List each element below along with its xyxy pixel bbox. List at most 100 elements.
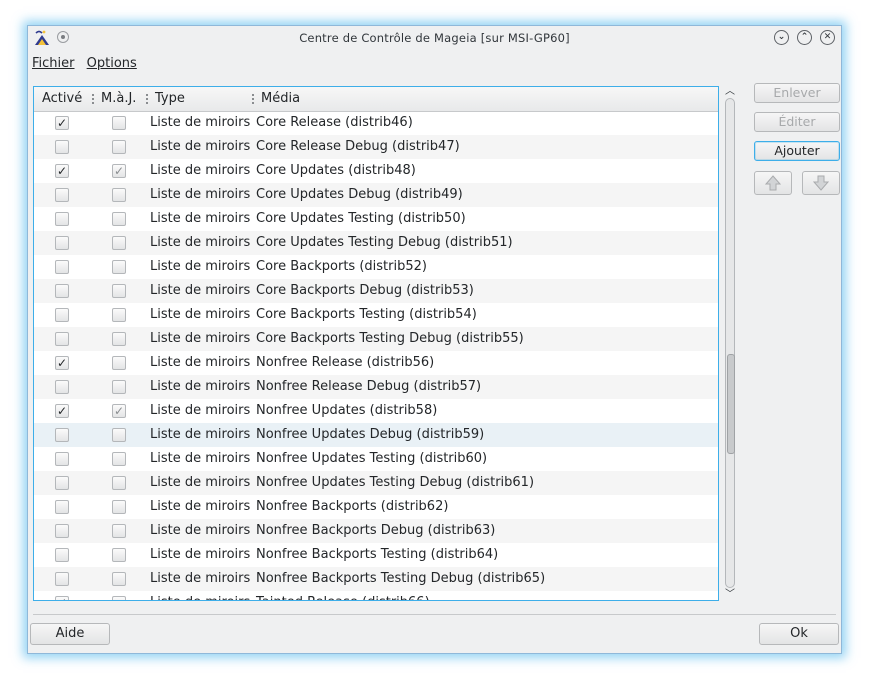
- update-checkbox[interactable]: [112, 476, 126, 490]
- remove-button[interactable]: Enlever: [754, 83, 840, 103]
- table-row[interactable]: Liste de miroirs Core Updates Testing (di…: [34, 207, 718, 231]
- add-button[interactable]: Ajouter: [754, 141, 840, 161]
- update-checkbox[interactable]: [112, 428, 126, 442]
- column-separator[interactable]: [146, 94, 148, 104]
- table-row[interactable]: Liste de miroirs Nonfree Backports Testin…: [34, 567, 718, 591]
- edit-button[interactable]: Éditer: [754, 112, 840, 132]
- ok-button[interactable]: Ok: [759, 623, 839, 645]
- scroll-track[interactable]: [725, 98, 735, 588]
- update-checkbox[interactable]: [112, 596, 126, 600]
- media-cell: Nonfree Updates Debug (distrib59): [256, 427, 485, 442]
- active-checkbox[interactable]: ✓: [55, 356, 69, 370]
- window-title: Centre de Contrôle de Mageia [sur MSI-GP…: [299, 31, 570, 45]
- title-bar[interactable]: Centre de Contrôle de Mageia [sur MSI-GP…: [28, 26, 841, 51]
- update-checkbox[interactable]: [112, 332, 126, 346]
- update-checkbox[interactable]: [112, 236, 126, 250]
- active-checkbox[interactable]: [55, 236, 69, 250]
- table-row[interactable]: Liste de miroirs Nonfree Backports Debug …: [34, 519, 718, 543]
- update-checkbox[interactable]: [112, 500, 126, 514]
- minimize-button[interactable]: ⌄: [774, 30, 789, 45]
- update-checkbox[interactable]: [112, 308, 126, 322]
- scroll-up-icon[interactable]: ︿: [723, 86, 737, 98]
- active-checkbox[interactable]: [55, 476, 69, 490]
- move-down-button[interactable]: [802, 171, 840, 195]
- active-checkbox[interactable]: [55, 332, 69, 346]
- update-checkbox[interactable]: [112, 572, 126, 586]
- table-row[interactable]: ✓ Liste de miroirs Nonfree Release (distri…: [34, 351, 718, 375]
- type-cell: Liste de miroirs: [150, 283, 251, 298]
- table-row[interactable]: Liste de miroirs Core Backports Testing (…: [34, 303, 718, 327]
- update-checkbox[interactable]: ✓: [112, 164, 126, 178]
- table-row[interactable]: Liste de miroirs Core Updates Debug (dist…: [34, 183, 718, 207]
- update-checkbox[interactable]: [112, 524, 126, 538]
- update-checkbox[interactable]: [112, 548, 126, 562]
- update-checkbox[interactable]: [112, 284, 126, 298]
- active-checkbox[interactable]: [55, 284, 69, 298]
- active-checkbox[interactable]: [55, 140, 69, 154]
- table-body: ✓ Liste de miroirs Core Release (distrib46…: [34, 111, 718, 600]
- active-checkbox[interactable]: ✓: [55, 164, 69, 178]
- active-checkbox[interactable]: [55, 548, 69, 562]
- table-row[interactable]: Liste de miroirs Nonfree Release Debug (d…: [34, 375, 718, 399]
- active-checkbox[interactable]: [55, 500, 69, 514]
- update-checkbox[interactable]: [112, 116, 126, 130]
- type-cell: Liste de miroirs: [150, 451, 251, 466]
- table-row[interactable]: Liste de miroirs Nonfree Backports Testin…: [34, 543, 718, 567]
- header-update[interactable]: M.à.J.: [101, 91, 136, 106]
- menu-bar: Fichier Options: [32, 56, 145, 76]
- table-row[interactable]: Liste de miroirs Core Updates Testing Deb…: [34, 231, 718, 255]
- active-checkbox[interactable]: [55, 524, 69, 538]
- arrow-down-icon: [812, 175, 830, 191]
- table-row[interactable]: Liste de miroirs Core Backports Debug (di…: [34, 279, 718, 303]
- type-cell: Liste de miroirs: [150, 523, 251, 538]
- active-checkbox[interactable]: [55, 188, 69, 202]
- active-checkbox[interactable]: [55, 260, 69, 274]
- active-checkbox[interactable]: [55, 308, 69, 322]
- table-row[interactable]: Liste de miroirs Nonfree Updates Debug (d…: [34, 423, 718, 447]
- vertical-scrollbar[interactable]: ︿ ﹀: [723, 86, 737, 601]
- update-checkbox[interactable]: [112, 452, 126, 466]
- header-media[interactable]: Média: [261, 91, 300, 106]
- type-cell: Liste de miroirs: [150, 163, 251, 178]
- media-cell: Core Backports Testing Debug (distrib55): [256, 331, 524, 346]
- update-checkbox[interactable]: [112, 260, 126, 274]
- scroll-down-icon[interactable]: ﹀: [723, 589, 737, 601]
- update-checkbox[interactable]: [112, 212, 126, 226]
- table-row[interactable]: Liste de miroirs Nonfree Updates Testing …: [34, 447, 718, 471]
- media-cell: Tainted Release (distrib66): [256, 595, 430, 600]
- scroll-thumb[interactable]: [727, 354, 735, 454]
- close-button[interactable]: ✕: [820, 30, 835, 45]
- help-button[interactable]: Aide: [30, 623, 110, 645]
- active-checkbox[interactable]: [55, 380, 69, 394]
- column-separator[interactable]: [252, 94, 254, 104]
- column-separator[interactable]: [92, 94, 94, 104]
- table-row[interactable]: Liste de miroirs Core Backports (distrib5…: [34, 255, 718, 279]
- active-checkbox[interactable]: [55, 452, 69, 466]
- move-up-button[interactable]: [754, 171, 792, 195]
- update-checkbox[interactable]: [112, 356, 126, 370]
- table-row[interactable]: Liste de miroirs Nonfree Updates Testing …: [34, 471, 718, 495]
- maximize-button[interactable]: ⌃: [797, 30, 812, 45]
- header-active[interactable]: Activé: [42, 91, 82, 106]
- update-checkbox[interactable]: [112, 188, 126, 202]
- update-checkbox[interactable]: [112, 380, 126, 394]
- media-table: Activé M.à.J. Type Média ✓ Liste de miroi…: [33, 86, 719, 601]
- active-checkbox[interactable]: [55, 572, 69, 586]
- header-type[interactable]: Type: [155, 91, 185, 106]
- update-checkbox[interactable]: [112, 140, 126, 154]
- table-row[interactable]: ✓ Liste de miroirs Tainted Release (distri…: [34, 591, 718, 600]
- active-checkbox[interactable]: [55, 212, 69, 226]
- table-row[interactable]: Liste de miroirs Core Backports Testing D…: [34, 327, 718, 351]
- active-checkbox[interactable]: ✓: [55, 116, 69, 130]
- update-checkbox[interactable]: ✓: [112, 404, 126, 418]
- table-row[interactable]: ✓ Liste de miroirs Core Release (distrib46…: [34, 111, 718, 135]
- menu-fichier[interactable]: Fichier: [32, 56, 75, 71]
- table-row[interactable]: ✓ ✓ Liste de miroirs Core Updates (distrib4…: [34, 159, 718, 183]
- table-row[interactable]: Liste de miroirs Core Release Debug (dist…: [34, 135, 718, 159]
- table-row[interactable]: ✓ ✓ Liste de miroirs Nonfree Updates (distr…: [34, 399, 718, 423]
- active-checkbox[interactable]: ✓: [55, 404, 69, 418]
- active-checkbox[interactable]: ✓: [55, 596, 69, 600]
- active-checkbox[interactable]: [55, 428, 69, 442]
- menu-options[interactable]: Options: [87, 56, 137, 71]
- table-row[interactable]: Liste de miroirs Nonfree Backports (distr…: [34, 495, 718, 519]
